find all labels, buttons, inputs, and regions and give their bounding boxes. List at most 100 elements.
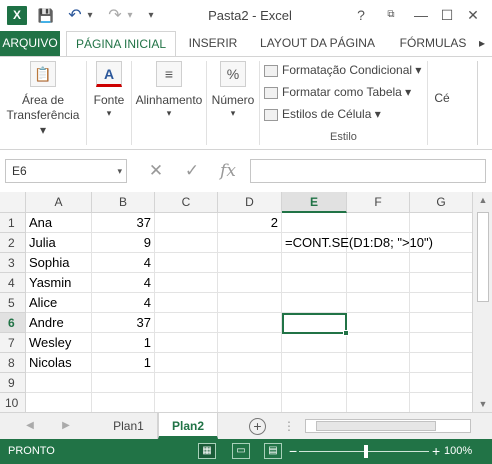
name-box-arrow-icon[interactable]: ▾ [117, 160, 122, 182]
customize-toolbar-icon[interactable]: ▾ [145, 6, 157, 26]
cell-c4[interactable] [155, 273, 218, 293]
cell-g4[interactable] [410, 273, 473, 293]
column-header-f[interactable]: F [347, 192, 410, 213]
tab-formulas[interactable]: FÓRMULAS [394, 31, 472, 56]
cell-d5[interactable] [218, 293, 282, 313]
vertical-scrollbar[interactable]: ▲ ▼ [472, 192, 492, 412]
cancel-icon[interactable]: ✕ [144, 159, 168, 183]
cell-f2[interactable] [347, 233, 410, 253]
cell-d3[interactable] [218, 253, 282, 273]
cell-g6[interactable] [410, 313, 473, 333]
sheet-tab-plan1[interactable]: Plan1 [100, 413, 158, 439]
cell-d2[interactable] [218, 233, 282, 253]
tabs-scroll-icon[interactable]: ▸ [474, 31, 490, 56]
cell-g9[interactable] [410, 373, 473, 393]
cell-e8[interactable] [282, 353, 347, 373]
cell-a5[interactable]: Alice [26, 293, 92, 313]
scroll-up-icon[interactable]: ▲ [473, 192, 492, 208]
tab-file[interactable]: ARQUIVO [0, 31, 60, 56]
tab-split-icon[interactable]: ⋮ [283, 419, 295, 433]
save-icon[interactable]: 💾 [36, 6, 56, 26]
cell-c8[interactable] [155, 353, 218, 373]
page-layout-view-icon[interactable]: ▭ [232, 443, 250, 459]
cell-f1[interactable] [347, 213, 410, 233]
cell-b1[interactable]: 37 [92, 213, 155, 233]
minimize-button[interactable]: — [410, 4, 432, 26]
conditional-formatting-button[interactable]: Formatação Condicional ▾ [264, 60, 421, 80]
cell-g7[interactable] [410, 333, 473, 353]
cell-a8[interactable]: Nicolas [26, 353, 92, 373]
cell-a6[interactable]: Andre [26, 313, 92, 333]
close-button[interactable]: ✕ [462, 4, 484, 26]
active-cell-e6[interactable] [282, 313, 347, 334]
cells-group[interactable]: Cé [432, 91, 452, 105]
column-header-e[interactable]: E [282, 192, 347, 213]
sheet-tab-plan2[interactable]: Plan2 [158, 413, 218, 439]
cell-e5[interactable] [282, 293, 347, 313]
row-header-5[interactable]: 5 [0, 293, 26, 313]
cell-c10[interactable] [155, 393, 218, 413]
cell-f7[interactable] [347, 333, 410, 353]
cell-g5[interactable] [410, 293, 473, 313]
add-sheet-icon[interactable]: + [249, 418, 266, 435]
cell-f10[interactable] [347, 393, 410, 413]
ribbon-scrollbar[interactable] [477, 61, 489, 145]
cell-f8[interactable] [347, 353, 410, 373]
cell-b5[interactable]: 4 [92, 293, 155, 313]
row-header-6[interactable]: 6 [0, 313, 26, 333]
column-header-a[interactable]: A [26, 192, 92, 213]
name-box[interactable]: E6 ▾ [5, 159, 127, 183]
column-header-d[interactable]: D [218, 192, 282, 213]
cell-a9[interactable] [26, 373, 92, 393]
cell-f4[interactable] [347, 273, 410, 293]
cell-d9[interactable] [218, 373, 282, 393]
cell-e10[interactable] [282, 393, 347, 413]
horizontal-scrollbar[interactable] [305, 419, 471, 433]
column-header-g[interactable]: G [410, 192, 473, 213]
cell-f9[interactable] [347, 373, 410, 393]
clipboard-group[interactable]: 📋 Área de Transferência ▾ [2, 61, 84, 138]
vertical-scroll-thumb[interactable] [477, 212, 489, 302]
normal-view-icon[interactable]: ▦ [198, 443, 216, 459]
row-header-2[interactable]: 2 [0, 233, 26, 253]
row-header-3[interactable]: 3 [0, 253, 26, 273]
cell-b7[interactable]: 1 [92, 333, 155, 353]
undo-icon[interactable]: ↶ [66, 6, 84, 26]
next-sheet-icon[interactable]: ▶ [58, 418, 74, 434]
enter-icon[interactable]: ✓ [180, 159, 204, 183]
cell-a7[interactable]: Wesley [26, 333, 92, 353]
help-button[interactable]: ? [350, 4, 372, 26]
zoom-out-button[interactable]: − [289, 439, 297, 464]
cell-e1[interactable] [282, 213, 347, 233]
cell-c3[interactable] [155, 253, 218, 273]
scroll-down-icon[interactable]: ▼ [473, 396, 492, 412]
undo-menu-icon[interactable]: ▾ [85, 6, 95, 26]
cell-d8[interactable] [218, 353, 282, 373]
zoom-slider-knob[interactable] [364, 445, 368, 458]
cell-c5[interactable] [155, 293, 218, 313]
row-header-8[interactable]: 8 [0, 353, 26, 373]
cell-f5[interactable] [347, 293, 410, 313]
cell-d7[interactable] [218, 333, 282, 353]
horizontal-scroll-thumb[interactable] [316, 421, 436, 431]
font-group[interactable]: A Fonte ▾ [88, 61, 130, 119]
row-header-1[interactable]: 1 [0, 213, 26, 233]
cell-b6[interactable]: 37 [92, 313, 155, 333]
cell-c6[interactable] [155, 313, 218, 333]
ribbon-display-icon[interactable]: ⧉ [380, 4, 402, 26]
cell-d10[interactable] [218, 393, 282, 413]
tab-page-layout[interactable]: LAYOUT DA PÁGINA [255, 31, 380, 56]
alignment-group[interactable]: ≡ Alinhamento ▾ [133, 61, 205, 119]
cell-e3[interactable] [282, 253, 347, 273]
cell-e2[interactable]: =CONT.SE(D1:D8; ">10") [282, 233, 433, 253]
number-group[interactable]: % Número ▾ [208, 61, 258, 119]
cell-d1[interactable]: 2 [218, 213, 282, 233]
redo-icon[interactable]: ↷ [106, 6, 124, 26]
cell-c1[interactable] [155, 213, 218, 233]
cell-e4[interactable] [282, 273, 347, 293]
cell-b8[interactable]: 1 [92, 353, 155, 373]
cell-g3[interactable] [410, 253, 473, 273]
cell-styles-button[interactable]: Estilos de Célula ▾ [264, 104, 381, 124]
cell-c2[interactable] [155, 233, 218, 253]
cell-b3[interactable]: 4 [92, 253, 155, 273]
